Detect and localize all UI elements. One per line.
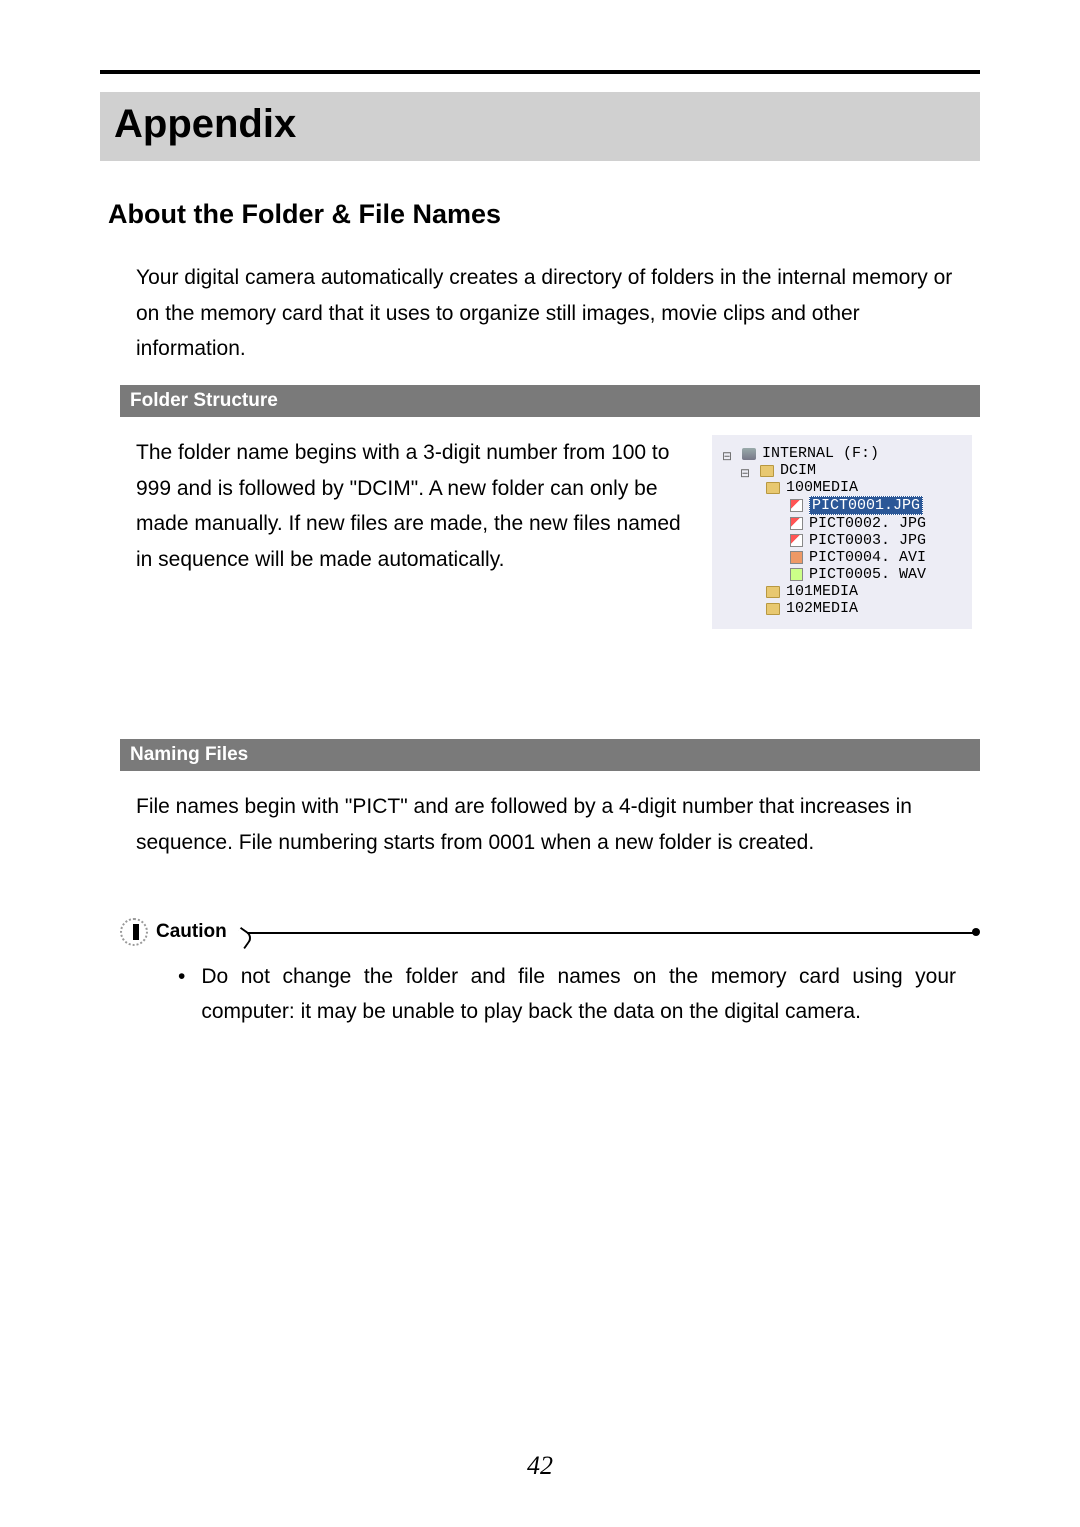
tree-100media: 100MEDIA bbox=[722, 479, 964, 496]
bullet-icon: • bbox=[178, 960, 185, 1029]
caution-icon bbox=[120, 918, 148, 946]
tree-102media: 102MEDIA bbox=[722, 600, 964, 617]
tree-file-5: PICT0005. WAV bbox=[722, 566, 964, 583]
caution-label: Caution bbox=[156, 921, 227, 943]
tree-file-1-label: PICT0001.JPG bbox=[809, 496, 923, 515]
jpg-icon bbox=[790, 517, 803, 530]
caution-curve bbox=[232, 927, 254, 949]
section-title: About the Folder & File Names bbox=[108, 199, 980, 230]
folder-icon bbox=[766, 482, 780, 494]
caution-line bbox=[247, 932, 974, 934]
tree-file-5-label: PICT0005. WAV bbox=[809, 566, 926, 583]
folder-tree-diagram: INTERNAL (F:) DCIM 100MEDIA PICT0001.JPG… bbox=[712, 435, 972, 629]
subheading-naming-files: Naming Files bbox=[120, 739, 980, 771]
folder-icon bbox=[760, 465, 774, 477]
appendix-title: Appendix bbox=[114, 102, 966, 147]
tree-file-1: PICT0001.JPG bbox=[722, 496, 964, 515]
tree-file-4: PICT0004. AVI bbox=[722, 549, 964, 566]
folder-icon bbox=[766, 603, 780, 615]
tree-dcim: DCIM bbox=[722, 462, 964, 479]
tree-file-3: PICT0003. JPG bbox=[722, 532, 964, 549]
tree-100media-label: 100MEDIA bbox=[786, 479, 858, 496]
subheading-folder-structure: Folder Structure bbox=[120, 385, 980, 417]
tree-file-3-label: PICT0003. JPG bbox=[809, 532, 926, 549]
naming-files-text: File names begin with "PICT" and are fol… bbox=[136, 789, 972, 860]
page-number: 42 bbox=[0, 1451, 1080, 1481]
folder-structure-row: The folder name begins with a 3-digit nu… bbox=[136, 435, 972, 629]
collapse-icon bbox=[722, 448, 736, 460]
top-rule bbox=[100, 70, 980, 74]
intro-paragraph: Your digital camera automatically create… bbox=[136, 260, 972, 367]
tree-102media-label: 102MEDIA bbox=[786, 600, 858, 617]
jpg-icon bbox=[790, 534, 803, 547]
folder-structure-text: The folder name begins with a 3-digit nu… bbox=[136, 435, 688, 578]
avi-icon bbox=[790, 551, 803, 564]
collapse-icon bbox=[740, 465, 754, 477]
tree-file-4-label: PICT0004. AVI bbox=[809, 549, 926, 566]
tree-101media: 101MEDIA bbox=[722, 583, 964, 600]
caution-text: Do not change the folder and file names … bbox=[201, 960, 956, 1029]
drive-icon bbox=[742, 448, 756, 460]
caution-box: Caution • Do not change the folder and f… bbox=[120, 918, 980, 1029]
caution-header: Caution bbox=[120, 918, 980, 946]
tree-file-2: PICT0002. JPG bbox=[722, 515, 964, 532]
tree-file-2-label: PICT0002. JPG bbox=[809, 515, 926, 532]
folder-icon bbox=[766, 586, 780, 598]
caution-body: • Do not change the folder and file name… bbox=[178, 960, 956, 1029]
tree-101media-label: 101MEDIA bbox=[786, 583, 858, 600]
jpg-icon bbox=[790, 499, 803, 512]
wav-icon bbox=[790, 568, 803, 581]
page: Appendix About the Folder & File Names Y… bbox=[0, 0, 1080, 1527]
tree-dcim-label: DCIM bbox=[780, 462, 816, 479]
tree-root-label: INTERNAL (F:) bbox=[762, 445, 879, 462]
tree-root: INTERNAL (F:) bbox=[722, 445, 964, 462]
appendix-heading-bar: Appendix bbox=[100, 92, 980, 161]
